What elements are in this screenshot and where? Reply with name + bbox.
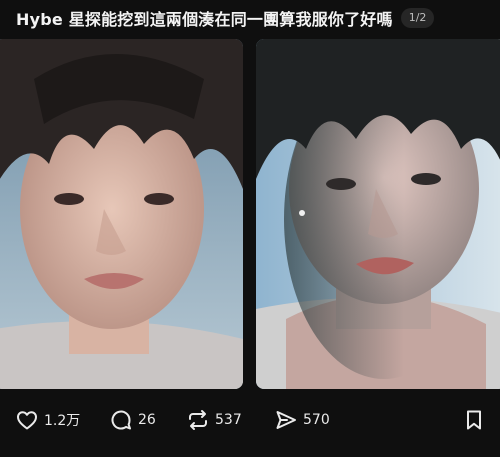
post-card: Hybe 星探能挖到這兩個湊在同一團算我服你了好嗎 1/2 1.2万 26 53… bbox=[0, 0, 500, 457]
post-title: Hybe 星探能挖到這兩個湊在同一團算我服你了好嗎 bbox=[16, 10, 393, 29]
share-button[interactable]: 570 bbox=[274, 400, 330, 440]
bookmark-button[interactable] bbox=[462, 400, 486, 440]
heart-icon bbox=[17, 411, 37, 430]
share-count: 570 bbox=[303, 412, 330, 428]
comment-icon bbox=[111, 410, 131, 430]
like-button[interactable]: 1.2万 bbox=[15, 400, 80, 440]
comment-button[interactable]: 26 bbox=[109, 400, 156, 440]
photo-1[interactable] bbox=[0, 39, 243, 389]
comment-count: 26 bbox=[138, 412, 156, 428]
photo-2[interactable] bbox=[256, 39, 500, 389]
send-icon bbox=[276, 411, 296, 429]
post-header: Hybe 星探能挖到這兩個湊在同一團算我服你了好嗎 1/2 bbox=[0, 0, 500, 36]
repost-count: 537 bbox=[215, 412, 242, 428]
like-count: 1.2万 bbox=[44, 413, 81, 429]
bookmark-icon bbox=[467, 410, 481, 430]
photo-portrait-wet-hair-icon bbox=[0, 39, 243, 389]
photo-portrait-tank-top-icon bbox=[256, 39, 500, 389]
repost-icon bbox=[189, 410, 207, 430]
image-carousel[interactable] bbox=[0, 36, 500, 392]
page-indicator: 1/2 bbox=[400, 8, 435, 28]
repost-button[interactable]: 537 bbox=[186, 400, 242, 440]
action-bar: 1.2万 26 537 570 bbox=[0, 400, 500, 440]
